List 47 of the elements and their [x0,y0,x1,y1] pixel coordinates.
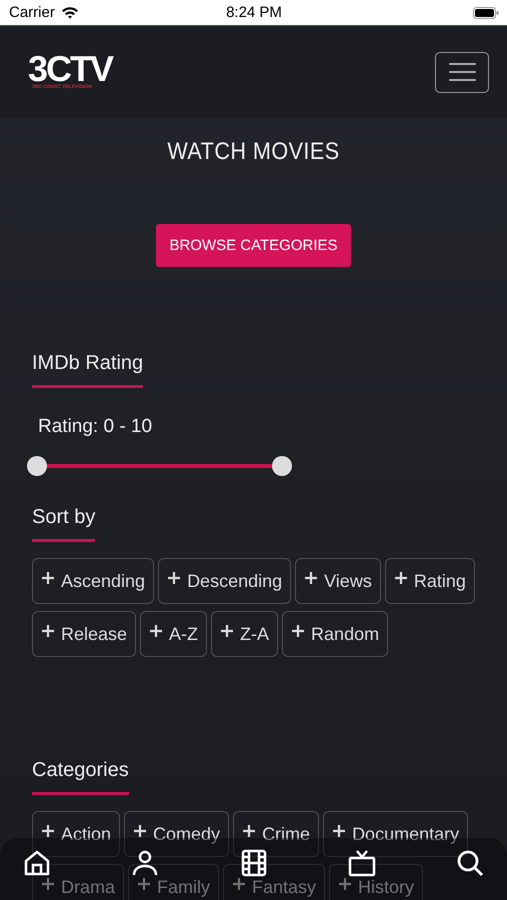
filter-chip[interactable]: Action [32,811,120,857]
filter-chip[interactable]: Ascending [32,558,154,604]
plus-icon [220,624,234,638]
filter-chip[interactable]: Crime [233,811,320,857]
plus-icon [332,824,346,838]
status-time: 8:24 PM [226,4,282,21]
plus-icon [137,877,152,891]
filter-chip[interactable]: Release [32,611,136,657]
plus-icon [394,571,408,585]
filter-chip[interactable]: Family [128,864,220,900]
rating-reading: Rating: 0 - 10 [38,416,154,438]
slider-thumb[interactable] [27,456,47,476]
filter-chip[interactable]: Descending [158,558,292,604]
section-heading: IMDb Rating [32,352,144,388]
plus-icon [338,877,352,891]
menu-button[interactable] [435,52,489,92]
battery-icon [473,6,499,18]
plus-icon [41,824,55,838]
plus-icon [41,624,55,638]
filter-chip[interactable]: Rating [384,558,475,604]
plus-icon [41,571,55,585]
section-heading: Sort by [32,506,96,542]
filter-chip[interactable]: Fantasy [223,864,326,900]
filter-chip[interactable]: Random [282,611,388,657]
plus-icon [41,877,55,891]
filter-chip[interactable]: Drama [32,864,124,900]
filter-chip[interactable]: Comedy [124,811,230,857]
plus-icon [291,624,306,638]
filter-chip[interactable]: A-Z [140,611,208,657]
slider-thumb[interactable] [272,456,292,476]
section-heading: Categories [32,759,129,795]
plus-icon [304,571,318,585]
plus-icon [167,571,182,585]
logo-text: 3CTV [28,54,112,84]
plus-icon [149,624,164,638]
browse-categories-button[interactable]: BROWSE CATEGORIES [156,224,351,267]
plus-icon [232,877,246,891]
plus-icon [242,824,256,838]
wifi-icon [60,6,79,19]
filter-chip[interactable]: Documentary [323,811,468,857]
page-title: WATCH MOVIES [166,138,341,166]
filter-chip[interactable]: History [329,864,424,900]
filter-chip[interactable]: Views [295,558,381,604]
plus-icon [133,824,148,838]
filter-chip[interactable]: Z-A [211,611,278,657]
range-slider[interactable] [27,456,292,476]
carrier-label: Carrier [9,4,55,21]
